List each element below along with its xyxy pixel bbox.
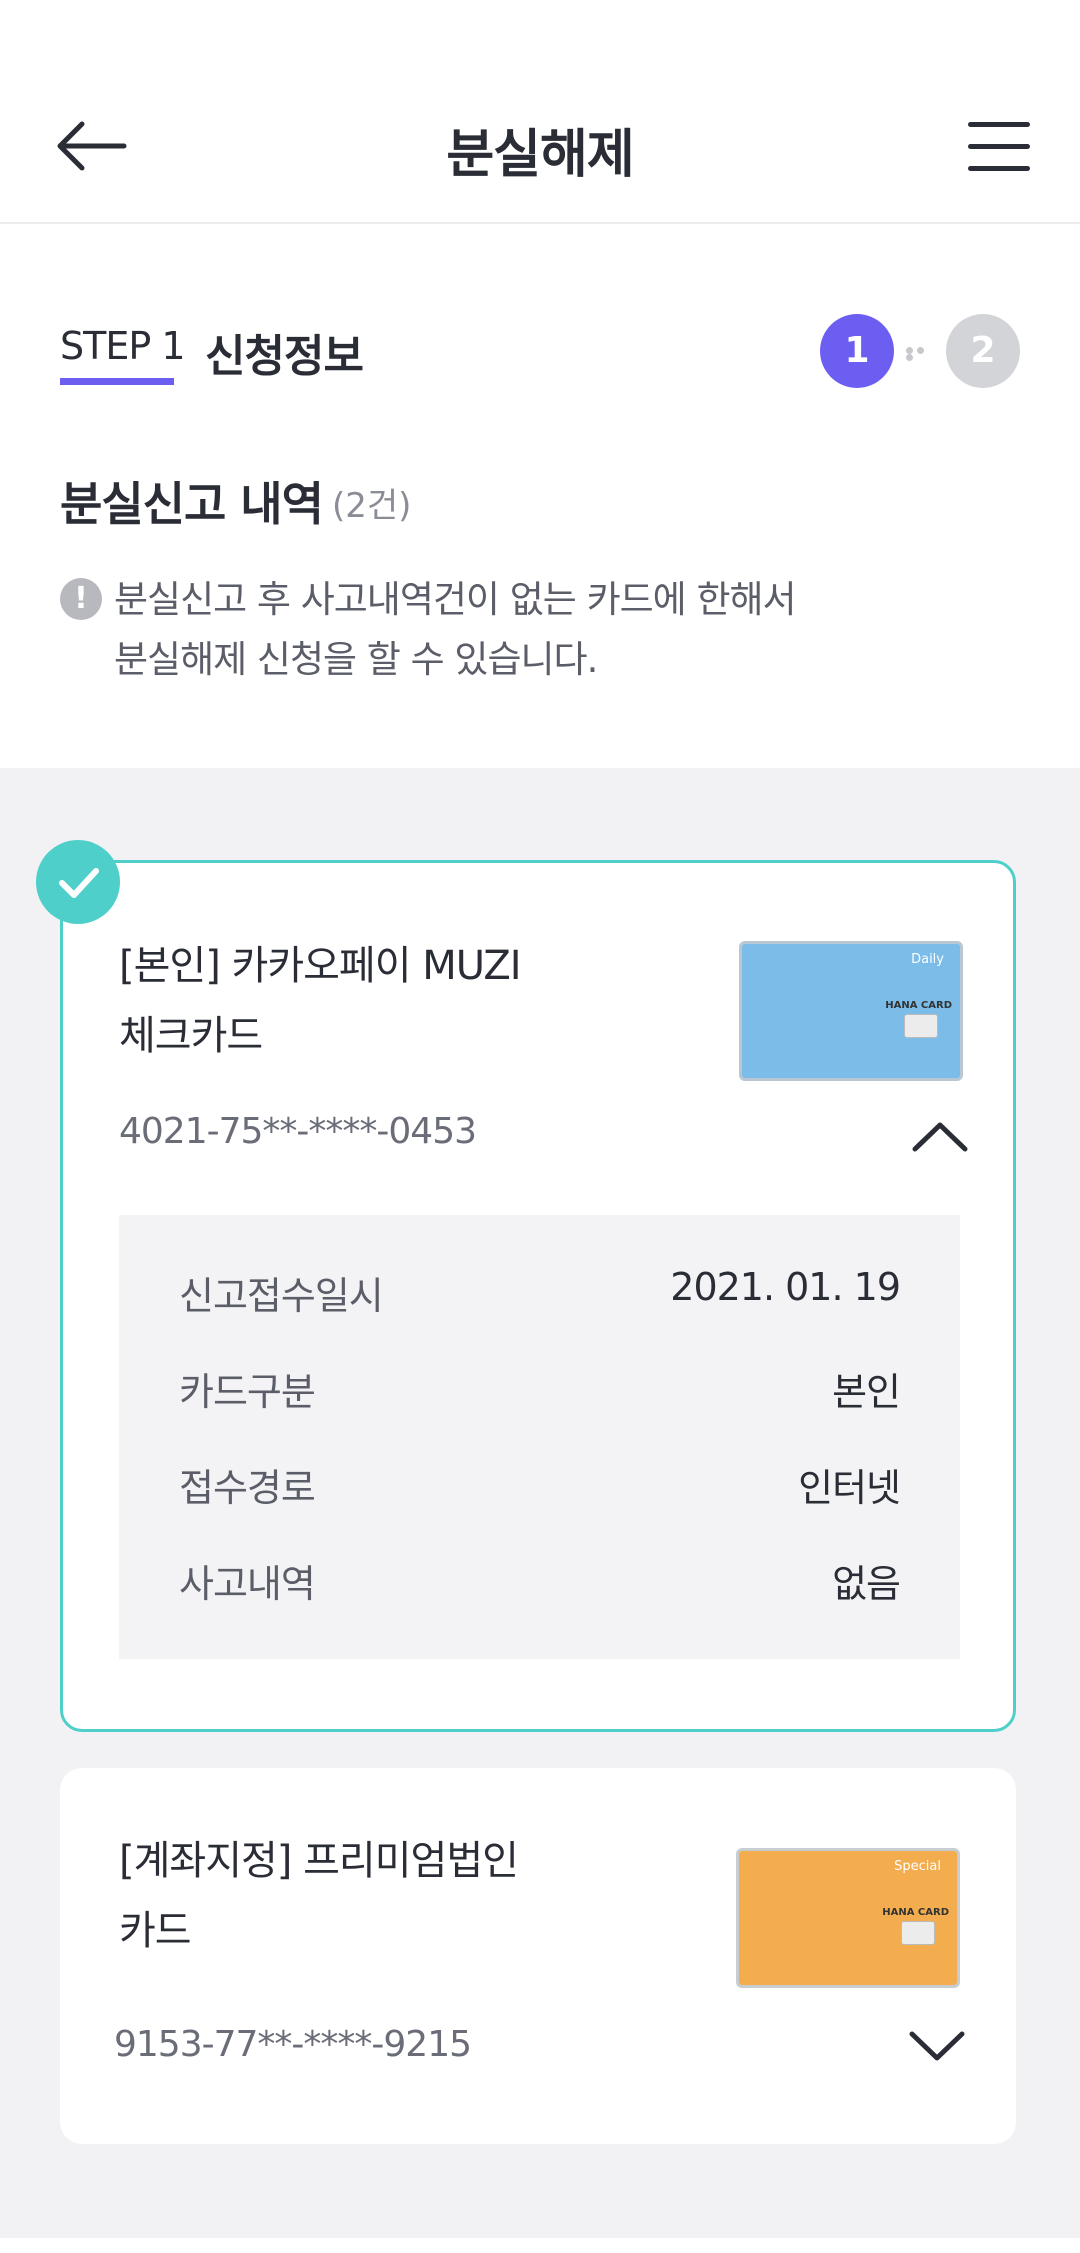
notice-line-2: 분실해제 신청을 할 수 있습니다. [114,638,598,681]
section-title: 분실신고 내역 [60,477,324,531]
card-issuer: HANA CARD [885,1000,952,1011]
bottom-edge [0,2238,1080,2253]
selected-check-icon[interactable] [36,840,120,924]
card-number: 9153-77**-****-9215 [114,2024,472,2065]
card-item-selected[interactable]: [본인] 카카오페이 MUZI 체크카드 Daily HANA CARD 402… [60,860,1016,1732]
notice-line-1: 분실신고 후 사고내역건이 없는 카드에 한해서 [114,578,797,621]
chevron-down-icon [909,2031,965,2061]
top-section: 분실해제 STEP 1 신청정보 1 2 분실신고 내역 (2건) ! 분실신고… [0,0,1080,768]
card-name: [본인] 카카오페이 MUZI 체크카드 [119,931,679,1071]
detail-label: 접수경로 [179,1466,316,1510]
hamburger-menu-icon[interactable] [968,122,1030,171]
collapse-button[interactable] [911,1119,969,1153]
card-name: [계좌지정] 프리미엄법인 카드 [119,1826,679,1966]
detail-value: 본인 [832,1370,901,1414]
card-item[interactable]: [계좌지정] 프리미엄법인 카드 Special HANA CARD 9153-… [60,1768,1016,2144]
step-label: STEP 1 [60,324,186,368]
detail-label: 신고접수일시 [179,1274,384,1318]
detail-row: 사고내역 없음 [179,1553,901,1613]
step-name: 신청정보 [205,331,364,382]
detail-value: 2021. 01. 19 [670,1265,901,1309]
step-dots [906,347,936,361]
checkmark-icon [59,868,99,898]
detail-label: 카드구분 [179,1370,316,1414]
detail-row: 접수경로 인터넷 [179,1457,901,1517]
card-name-line-2: 체크카드 [119,1013,263,1059]
card-brand: Daily [911,952,944,967]
step-current-badge: 1 [820,314,894,388]
page-title: 분실해제 [446,125,634,185]
card-number: 4021-75**-****-0453 [119,1111,477,1152]
card-image: Daily HANA CARD [739,941,963,1081]
step-underline [60,378,174,385]
detail-label: 사고내역 [179,1562,316,1606]
detail-value: 인터넷 [798,1466,901,1510]
detail-row: 신고접수일시 2021. 01. 19 [179,1265,901,1325]
exclamation-icon: ! [60,578,102,620]
card-brand: Special [894,1859,941,1874]
chevron-up-icon [912,1122,968,1152]
app-header: 분실해제 [0,70,1080,224]
card-issuer: HANA CARD [882,1907,949,1918]
step-progress: 1 2 [820,314,1020,390]
section-count: (2건) [332,486,412,526]
step-next-badge: 2 [946,314,1020,388]
detail-row: 카드구분 본인 [179,1361,901,1421]
expand-button[interactable] [908,2030,966,2064]
card-image: Special HANA CARD [736,1848,960,1988]
detail-value: 없음 [832,1562,901,1606]
card-name-line-2: 카드 [119,1908,192,1954]
card-chip-icon [904,1014,938,1038]
notice-text: 분실신고 후 사고내역건이 없는 카드에 한해서 분실해제 신청을 할 수 있습… [114,570,797,690]
card-details-panel: 신고접수일시 2021. 01. 19 카드구분 본인 접수경로 인터넷 사고내… [119,1215,960,1659]
card-name-line-1: [본인] 카카오페이 MUZI [119,943,522,989]
card-name-line-1: [계좌지정] 프리미엄법인 [119,1838,519,1884]
card-chip-icon [901,1921,935,1945]
